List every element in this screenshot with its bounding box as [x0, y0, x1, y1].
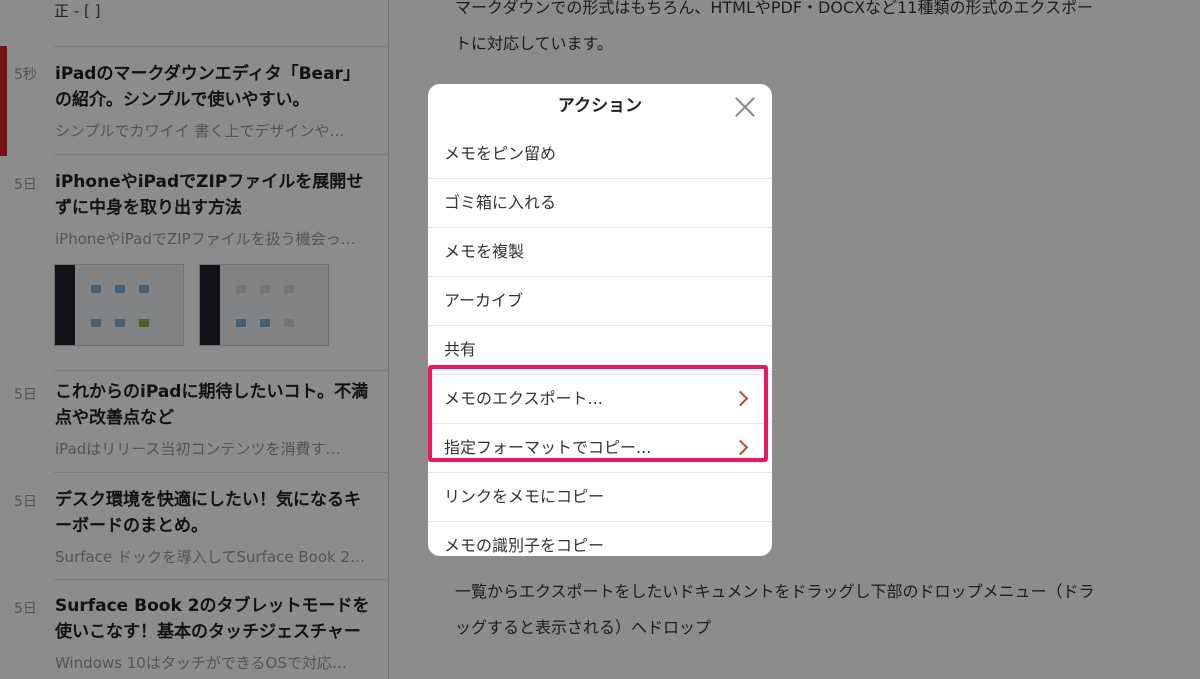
menu-item-trash[interactable]: ゴミ箱に入れる	[428, 179, 772, 228]
menu-item-copy-as-format[interactable]: 指定フォーマットでコピー...	[428, 424, 772, 473]
action-menu: メモをピン留め ゴミ箱に入れる メモを複製 アーカイブ 共有 メモのエクスポート…	[428, 130, 772, 556]
menu-item-archive[interactable]: アーカイブ	[428, 277, 772, 326]
chevron-right-icon	[732, 390, 749, 407]
menu-item-pin[interactable]: メモをピン留め	[428, 130, 772, 179]
menu-item-duplicate[interactable]: メモを複製	[428, 228, 772, 277]
chevron-right-icon	[732, 439, 749, 456]
action-sheet: アクション メモをピン留め ゴミ箱に入れる メモを複製 アーカイブ 共有 メモの…	[428, 84, 772, 556]
menu-item-copy-link[interactable]: リンクをメモにコピー	[428, 473, 772, 522]
menu-item-export[interactable]: メモのエクスポート...	[428, 375, 772, 424]
action-sheet-title: アクション	[557, 96, 643, 116]
menu-item-share[interactable]: 共有	[428, 326, 772, 375]
close-icon[interactable]	[732, 94, 758, 120]
menu-item-copy-identifier[interactable]: メモの識別子をコピー	[428, 522, 772, 556]
